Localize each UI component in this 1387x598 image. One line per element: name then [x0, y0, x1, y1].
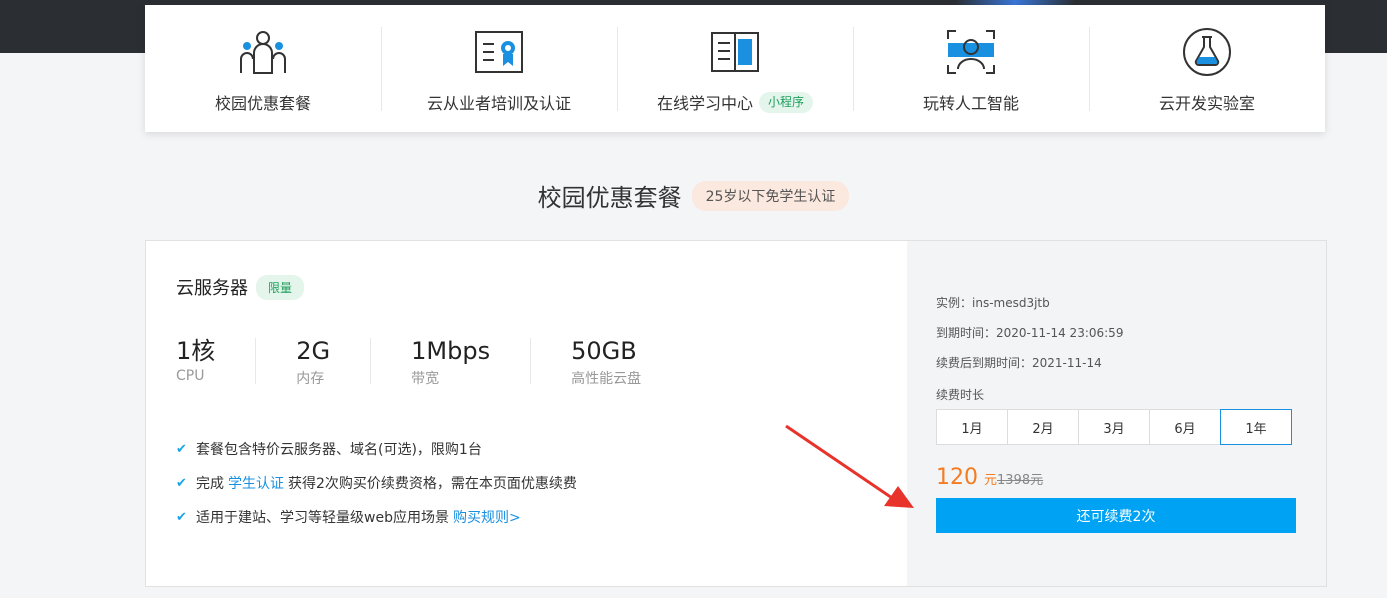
check-icon: ✔ — [176, 475, 187, 491]
limited-badge: 限量 — [256, 274, 305, 300]
feature-text: 适用于建站、学习等轻量级web应用场景 — [196, 510, 449, 526]
price-row: 120 元 1398元 — [936, 465, 1296, 490]
nav-label: 玩转人工智能 — [922, 94, 1019, 113]
feature-text: 套餐包含特价云服务器、域名(可选)，限购1台 — [196, 442, 482, 458]
feature-nav: 校园优惠套餐 云从业者培训及认证 在线学习中心 小程序 玩转人工智能 云开发实验… — [145, 5, 1325, 132]
list-item: ✔ 适用于建站、学习等轻量级web应用场景 购买规则> — [176, 500, 877, 534]
instance-id: 实例：ins-mesd3jtb — [936, 296, 1050, 310]
spec-value: 1核 — [176, 337, 216, 365]
nav-label: 云从业者培训及认证 — [426, 94, 571, 113]
product-title: 云服务器 — [176, 278, 248, 299]
feature-list: ✔ 套餐包含特价云服务器、域名(可选)，限购1台 ✔ 完成 学生认证 获得2次购… — [176, 432, 877, 534]
spec-disk: 50GB 高性能云盘 — [571, 337, 681, 387]
purchase-rules-link[interactable]: 购买规则> — [453, 507, 521, 527]
product-details: 云服务器 限量 1核 CPU 2G 内存 1Mbps 带宽 50GB 高性能云盘 — [146, 241, 907, 586]
section-title: 校园优惠套餐 — [537, 184, 682, 212]
nav-item-campus-package[interactable]: 校园优惠套餐 — [145, 5, 381, 132]
original-price: 1398元 — [997, 473, 1044, 488]
duration-option-6m[interactable]: 6月 — [1149, 409, 1221, 445]
spec-value: 1Mbps — [411, 337, 491, 365]
check-icon: ✔ — [176, 509, 187, 525]
duration-selector: 1月 2月 3月 6月 1年 — [936, 409, 1296, 445]
duration-label: 续费时长 — [936, 388, 985, 402]
spec-label: CPU — [176, 368, 205, 384]
feature-text: 获得2次购买价续费资格，需在本页面优惠续费 — [288, 476, 577, 492]
duration-option-1m[interactable]: 1月 — [936, 409, 1008, 445]
feature-text: 完成 — [196, 476, 224, 492]
spec-cpu: 1核 CPU — [176, 337, 257, 384]
flask-icon — [1180, 25, 1234, 79]
list-item: ✔ 套餐包含特价云服务器、域名(可选)，限购1台 — [176, 432, 877, 466]
renew-button[interactable]: 还可续费2次 — [936, 498, 1296, 533]
check-icon: ✔ — [176, 441, 187, 457]
spec-bandwidth: 1Mbps 带宽 — [411, 337, 532, 387]
section-header: 校园优惠套餐 25岁以下免学生认证 — [0, 178, 1387, 213]
spec-list: 1核 CPU 2G 内存 1Mbps 带宽 50GB 高性能云盘 — [176, 337, 877, 387]
spec-label: 内存 — [296, 371, 325, 387]
face-scan-icon — [944, 25, 998, 79]
duration-option-2m[interactable]: 2月 — [1007, 409, 1079, 445]
price-unit: 元 — [984, 473, 998, 488]
spec-label: 高性能云盘 — [571, 371, 642, 387]
student-auth-link[interactable]: 学生认证 — [228, 473, 284, 493]
duration-option-1y[interactable]: 1年 — [1220, 409, 1292, 445]
age-exempt-badge: 25岁以下免学生认证 — [691, 180, 850, 211]
spec-label: 带宽 — [411, 371, 440, 387]
nav-label: 在线学习中心 — [656, 94, 753, 113]
nav-label: 校园优惠套餐 — [214, 94, 311, 113]
book-icon — [708, 25, 762, 79]
price-value: 120 — [936, 465, 978, 490]
spec-value: 2G — [296, 337, 331, 365]
nav-label: 云开发实验室 — [1158, 94, 1255, 113]
product-card: 云服务器 限量 1核 CPU 2G 内存 1Mbps 带宽 50GB 高性能云盘 — [145, 240, 1327, 587]
nav-item-lab[interactable]: 云开发实验室 — [1089, 5, 1325, 132]
certificate-icon — [472, 25, 526, 79]
expire-time: 到期时间：2020-11-14 23:06:59 — [936, 326, 1124, 340]
spec-memory: 2G 内存 — [296, 337, 372, 387]
nav-item-cloud-training[interactable]: 云从业者培训及认证 — [381, 5, 617, 132]
users-group-icon — [236, 25, 290, 79]
spec-value: 50GB — [571, 337, 637, 365]
nav-item-ai[interactable]: 玩转人工智能 — [853, 5, 1089, 132]
annotation-arrow-icon — [785, 424, 914, 508]
duration-option-3m[interactable]: 3月 — [1078, 409, 1150, 445]
nav-item-learning-center[interactable]: 在线学习中心 小程序 — [617, 5, 853, 132]
renewal-panel: 实例：ins-mesd3jtb 到期时间：2020-11-14 23:06:59… — [907, 241, 1326, 586]
list-item: ✔ 完成 学生认证 获得2次购买价续费资格，需在本页面优惠续费 — [176, 466, 877, 500]
mini-program-badge: 小程序 — [759, 91, 814, 113]
renewed-expire-time: 续费后到期时间：2021-11-14 — [936, 356, 1102, 370]
